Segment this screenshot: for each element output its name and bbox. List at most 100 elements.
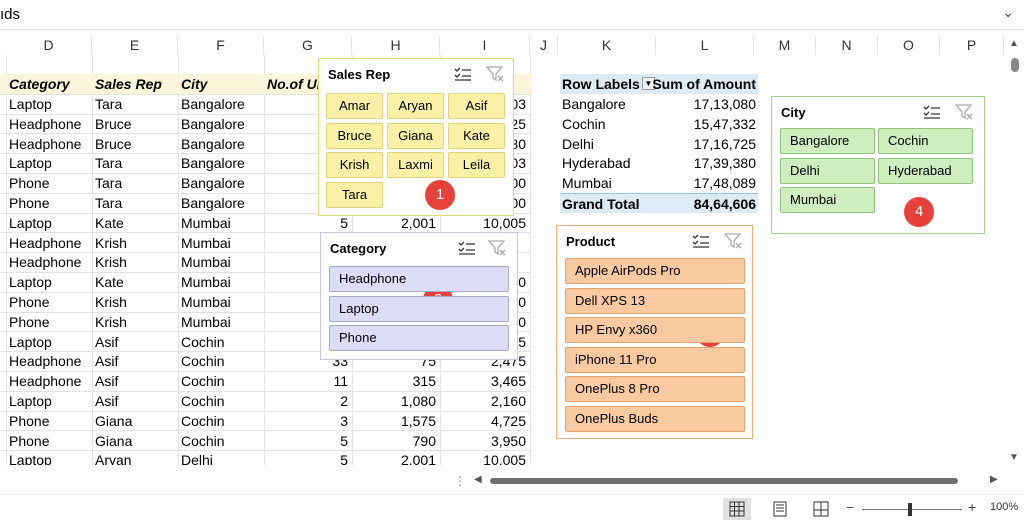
city-item[interactable]: Delhi — [780, 157, 875, 184]
column-header[interactable]: G — [264, 36, 352, 55]
product-item[interactable]: OnePlus Buds — [565, 405, 745, 432]
pivot-row[interactable]: Grand Total 84,64,606 — [560, 193, 758, 213]
sales-rep-item[interactable]: Amar — [326, 93, 383, 119]
table-cell[interactable]: Laptop — [9, 153, 91, 173]
table-cell[interactable]: Laptop — [9, 213, 91, 233]
table-cell[interactable]: Cochin — [181, 332, 263, 352]
product-item[interactable]: HP Envy x360 — [565, 317, 745, 343]
table-cell[interactable]: Mumbai — [181, 213, 263, 233]
table-cell[interactable]: Cochin — [181, 351, 263, 371]
multi-select-icon[interactable] — [691, 232, 711, 250]
table-cell[interactable]: City — [181, 74, 263, 94]
table-cell[interactable]: 11 — [267, 371, 351, 391]
table-cell[interactable]: Bangalore — [181, 173, 263, 193]
horizontal-scroll-thumb[interactable] — [490, 478, 958, 484]
product-item[interactable]: iPhone 11 Pro — [565, 346, 745, 373]
table-cell[interactable]: Laptop — [9, 450, 91, 465]
sales-rep-item[interactable]: Asif — [448, 93, 505, 119]
vertical-scrollbar[interactable]: ▲ ▼ — [1004, 36, 1024, 466]
column-header[interactable]: O — [878, 36, 940, 55]
table-cell[interactable]: Phone — [9, 411, 91, 431]
table-cell[interactable]: Laptop — [9, 94, 91, 114]
pivot-row[interactable]: Bangalore 17,13,080 — [560, 94, 758, 114]
zoom-in-button[interactable]: + — [968, 499, 976, 515]
table-cell[interactable]: Tara — [95, 94, 177, 114]
sales-rep-item[interactable]: Kate — [448, 122, 505, 149]
formula-bar[interactable]: ıds ⌄ — [0, 0, 1024, 30]
normal-view-button[interactable] — [723, 498, 751, 520]
column-header[interactable]: F — [178, 36, 264, 55]
category-item[interactable]: Phone — [329, 325, 509, 351]
column-header[interactable]: N — [816, 36, 878, 55]
split-handle-icon[interactable]: ⋮ — [454, 474, 466, 488]
table-cell[interactable]: Mumbai — [181, 233, 263, 253]
city-item[interactable]: Mumbai — [780, 187, 875, 213]
table-cell[interactable]: Bruce — [95, 134, 177, 154]
table-cell[interactable]: Asif — [95, 351, 177, 371]
city-item[interactable]: Hyderabad — [878, 157, 973, 184]
page-layout-view-button[interactable] — [766, 498, 794, 520]
table-cell[interactable]: Headphone — [9, 371, 91, 391]
table-cell[interactable]: Mumbai — [181, 272, 263, 292]
clear-filter-icon[interactable] — [954, 103, 974, 121]
table-cell[interactable]: 10,005 — [443, 450, 529, 465]
table-cell[interactable]: Phone — [9, 431, 91, 451]
sales-rep-item[interactable]: Laxmi — [387, 152, 444, 178]
table-cell[interactable]: Phone — [9, 173, 91, 193]
category-item[interactable]: Laptop — [329, 295, 509, 322]
table-cell[interactable]: Tara — [95, 193, 177, 213]
category-item[interactable]: Headphone — [329, 266, 509, 292]
table-cell[interactable]: 1,575 — [355, 411, 439, 431]
column-header[interactable]: E — [92, 36, 178, 55]
table-cell[interactable]: Bangalore — [181, 94, 263, 114]
table-cell[interactable]: Asif — [95, 332, 177, 352]
table-cell[interactable]: Cochin — [181, 371, 263, 391]
table-cell[interactable]: Kate — [95, 213, 177, 233]
table-cell[interactable]: 5 — [267, 450, 351, 465]
table-cell[interactable]: Bangalore — [181, 193, 263, 213]
table-cell[interactable]: 3,950 — [443, 431, 529, 451]
table-cell[interactable]: Headphone — [9, 351, 91, 371]
table-cell[interactable]: Asif — [95, 391, 177, 411]
table-cell[interactable]: Category — [9, 74, 91, 94]
sales-rep-item[interactable]: Bruce — [326, 122, 383, 149]
table-cell[interactable]: Laptop — [9, 332, 91, 352]
table-cell[interactable]: Tara — [95, 153, 177, 173]
table-cell[interactable]: Mumbai — [181, 252, 263, 272]
product-item[interactable]: Apple AirPods Pro — [565, 258, 745, 284]
zoom-slider-track[interactable] — [862, 509, 962, 510]
table-cell[interactable]: 2,001 — [355, 450, 439, 465]
table-cell[interactable]: Bangalore — [181, 114, 263, 134]
horizontal-scrollbar[interactable]: ◀ ▶ — [474, 473, 1004, 489]
table-cell[interactable]: Krish — [95, 233, 177, 253]
zoom-level[interactable]: 100% — [990, 501, 1018, 513]
table-cell[interactable]: Sales Rep — [95, 74, 177, 94]
table-cell[interactable]: Cochin — [181, 411, 263, 431]
sales-rep-item[interactable]: Aryan — [387, 93, 444, 119]
scroll-down-icon[interactable]: ▼ — [1009, 452, 1019, 463]
table-cell[interactable]: Aryan — [95, 450, 177, 465]
clear-filter-icon[interactable] — [485, 65, 505, 83]
table-cell[interactable]: Bruce — [95, 114, 177, 134]
table-cell[interactable]: Headphone — [9, 134, 91, 154]
scroll-left-icon[interactable]: ◀ — [474, 474, 482, 485]
sales-rep-item[interactable]: Giana — [387, 122, 444, 149]
product-slicer[interactable]: Product 3 Apple AirPods ProDell XPS 13HP… — [556, 225, 753, 439]
column-header[interactable]: M — [754, 36, 816, 55]
column-header[interactable]: L — [656, 36, 754, 55]
category-slicer[interactable]: Category 2 HeadphoneLaptopPhone — [320, 232, 518, 360]
table-cell[interactable]: Bangalore — [181, 134, 263, 154]
pivot-row[interactable]: Cochin 15,47,332 — [560, 114, 758, 134]
multi-select-icon[interactable] — [922, 103, 942, 121]
product-item[interactable]: OnePlus 8 Pro — [565, 376, 745, 402]
column-header[interactable]: J — [530, 36, 558, 55]
city-slicer[interactable]: City 4 Bangalore Cochin Delhi Hyderabad Mumb… — [771, 96, 985, 234]
column-header[interactable]: P — [940, 36, 1004, 55]
table-cell[interactable]: Phone — [9, 193, 91, 213]
table-cell[interactable]: Headphone — [9, 252, 91, 272]
column-header[interactable]: D — [6, 36, 92, 55]
table-cell[interactable]: Delhi — [181, 450, 263, 465]
table-cell[interactable]: Tara — [95, 173, 177, 193]
pivot-row[interactable]: Row Labels ▼ Sum of Amount — [560, 74, 758, 94]
table-cell[interactable]: 790 — [355, 431, 439, 451]
